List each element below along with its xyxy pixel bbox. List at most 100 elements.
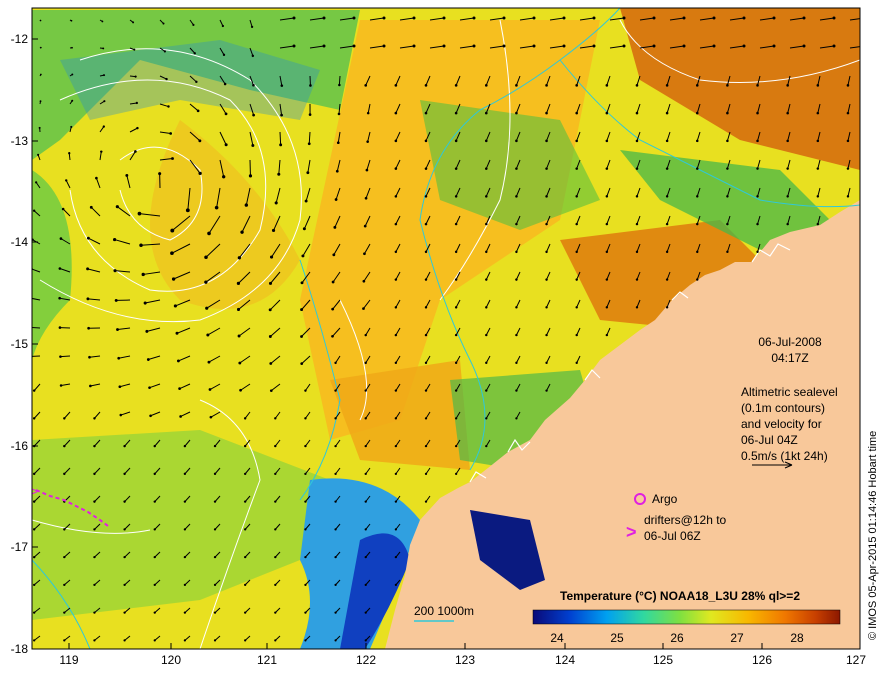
velocity-arrow-head	[454, 195, 458, 198]
velocity-arrow-head	[58, 326, 62, 329]
velocity-arrow-head	[484, 84, 488, 87]
velocity-arrow-head	[274, 583, 277, 587]
velocity-arrow-head	[243, 500, 247, 503]
velocity-arrow-head	[442, 44, 446, 48]
velocity-arrow-head	[726, 195, 729, 198]
velocity-arrow-head	[424, 250, 428, 254]
velocity-arrow-head	[362, 307, 365, 310]
velocity-arrow-head	[268, 281, 273, 285]
velocity-arrow-head	[682, 44, 686, 48]
velocity-arrow-head	[59, 237, 63, 240]
drifter-label-2: 06-Jul 06Z	[644, 529, 701, 543]
velocity-arrow-head	[102, 125, 105, 128]
velocity-arrow-head	[665, 139, 669, 143]
velocity-arrow-head	[515, 361, 518, 365]
velocity-arrow-head	[605, 167, 609, 170]
velocity-arrow-head	[575, 195, 578, 198]
velocity-arrow-head	[243, 444, 247, 448]
velocity-arrow-head	[195, 80, 198, 84]
velocity-arrow-head	[652, 44, 656, 48]
velocity-arrow-head	[143, 301, 147, 305]
velocity-arrow-head	[394, 472, 398, 476]
svg-text:>: >	[30, 483, 38, 499]
lon-tick: 127	[846, 653, 866, 667]
velocity-arrow-head	[292, 44, 296, 48]
velocity-arrow-head	[58, 296, 61, 300]
velocity-arrow-head	[635, 111, 639, 115]
velocity-arrow-head	[183, 444, 187, 448]
velocity-arrow-head	[442, 16, 446, 20]
velocity-arrow-head	[170, 228, 175, 233]
velocity-arrow-head	[70, 19, 73, 22]
velocity-arrow-head	[252, 83, 255, 87]
velocity-arrow-head	[334, 361, 337, 365]
velocity-arrow-head	[274, 555, 277, 559]
velocity-arrow-head	[363, 224, 367, 228]
plot-area: >	[30, 8, 860, 649]
velocity-arrow-head	[244, 583, 247, 587]
velocity-arrow-head	[336, 141, 340, 145]
velocity-arrow-head	[63, 639, 66, 642]
velocity-arrow-head	[269, 389, 273, 393]
velocity-arrow-head	[68, 152, 71, 155]
velocity-arrow-head	[250, 25, 254, 29]
velocity-arrow-head	[322, 44, 326, 48]
velocity-arrow-head	[196, 109, 200, 113]
velocity-arrow-head	[454, 84, 458, 87]
velocity-arrow-head	[134, 150, 137, 153]
lat-tick: -12	[11, 32, 29, 46]
velocity-arrow-head	[115, 205, 119, 209]
velocity-arrow-head	[93, 472, 96, 476]
velocity-arrow-head	[562, 16, 566, 20]
velocity-arrow-head	[163, 50, 166, 53]
velocity-arrow-head	[545, 222, 548, 226]
velocity-arrow	[60, 355, 71, 358]
velocity-arrow-head	[89, 205, 93, 209]
velocity-arrow-head	[224, 143, 228, 147]
velocity-arrow-head	[93, 528, 96, 531]
velocity-arrow-head	[726, 167, 729, 170]
velocity-arrow-head	[816, 139, 820, 143]
velocity-arrow-head	[334, 472, 337, 476]
velocity-arrow-head	[726, 250, 729, 254]
velocity-arrow-head	[337, 112, 341, 116]
velocity-arrow-head	[802, 16, 806, 20]
velocity-arrow-head	[213, 639, 217, 642]
velocity-arrow-head	[772, 44, 776, 48]
velocity-arrow-head	[39, 73, 42, 76]
lat-tick: -15	[11, 337, 29, 351]
argo-label: Argo	[652, 492, 678, 506]
velocity-arrow-head	[695, 111, 699, 115]
velocity-arrow-head	[575, 361, 578, 365]
velocity-arrow-head	[635, 306, 639, 309]
velocity-arrow-head	[575, 250, 578, 254]
velocity-arrow-head	[816, 84, 820, 87]
velocity-arrow-head	[454, 222, 458, 226]
velocity-arrow-head	[605, 333, 609, 337]
velocity-arrow-head	[237, 256, 242, 260]
velocity-arrow-head	[183, 500, 187, 503]
velocity-arrow-head	[726, 84, 729, 87]
velocity-arrow-head	[545, 139, 548, 143]
velocity-arrow-head	[35, 181, 38, 184]
velocity-arrow-head	[362, 279, 366, 283]
velocity-arrow-head	[123, 555, 126, 559]
velocity-arrow-head	[300, 335, 303, 338]
velocity-arrow-head	[364, 611, 367, 614]
velocity-arrow-head	[545, 333, 548, 337]
velocity-arrow-head	[193, 52, 196, 55]
velocity-arrow-head	[137, 211, 142, 216]
velocity-arrow-head	[165, 77, 168, 81]
velocity-arrow-head	[116, 328, 119, 331]
velocity-arrow-head	[424, 333, 428, 337]
velocity-arrow-head	[300, 281, 304, 285]
velocity-arrow-head	[485, 333, 488, 337]
velocity-arrow-head	[696, 167, 699, 170]
altimetry-line: and velocity for	[741, 417, 822, 431]
colorbar-tick: 26	[670, 631, 684, 645]
velocity-arrow-head	[802, 44, 806, 48]
velocity-arrow-head	[846, 195, 850, 198]
velocity-arrow-head	[119, 413, 123, 417]
colorbar-tick: 28	[790, 631, 804, 645]
velocity-arrow-head	[274, 417, 277, 420]
